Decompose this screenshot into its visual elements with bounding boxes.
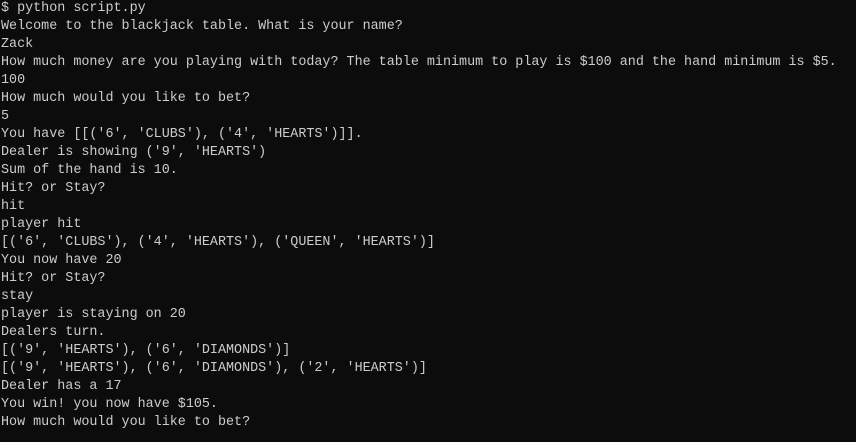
terminal-output[interactable]: $ python script.py Welcome to the blackja…: [0, 0, 856, 432]
terminal-line: [('9', 'HEARTS'), ('6', 'DIAMONDS')]: [1, 343, 291, 358]
terminal-line: How much would you like to bet?: [1, 91, 251, 106]
terminal-line: stay: [1, 289, 34, 304]
terminal-line: player is staying on 20: [1, 307, 186, 322]
terminal-line: Sum of the hand is 10.: [1, 163, 178, 178]
terminal-line: 100: [1, 73, 26, 88]
terminal-line: player hit: [1, 217, 82, 232]
terminal-line: Dealer is showing ('9', 'HEARTS'): [1, 145, 267, 160]
terminal-line: You have [[('6', 'CLUBS'), ('4', 'HEARTS…: [1, 127, 363, 142]
terminal-line: $ python script.py: [1, 1, 146, 16]
terminal-line: hit: [1, 199, 26, 214]
terminal-line: Welcome to the blackjack table. What is …: [1, 19, 403, 34]
terminal-line: [('9', 'HEARTS'), ('6', 'DIAMONDS'), ('2…: [1, 361, 427, 376]
terminal-line: Zack: [1, 37, 34, 52]
terminal-line: You win! you now have $105.: [1, 397, 218, 412]
terminal-line: You now have 20: [1, 253, 122, 268]
terminal-line: 5: [1, 109, 10, 124]
terminal-line: Dealer has a 17: [1, 379, 122, 394]
terminal-line: Hit? or Stay?: [1, 181, 106, 196]
terminal-line: How much would you like to bet?: [1, 415, 251, 430]
terminal-line: Hit? or Stay?: [1, 271, 106, 286]
terminal-line: [('6', 'CLUBS'), ('4', 'HEARTS'), ('QUEE…: [1, 235, 435, 250]
terminal-line: Dealers turn.: [1, 325, 106, 340]
terminal-line: How much money are you playing with toda…: [1, 55, 837, 70]
